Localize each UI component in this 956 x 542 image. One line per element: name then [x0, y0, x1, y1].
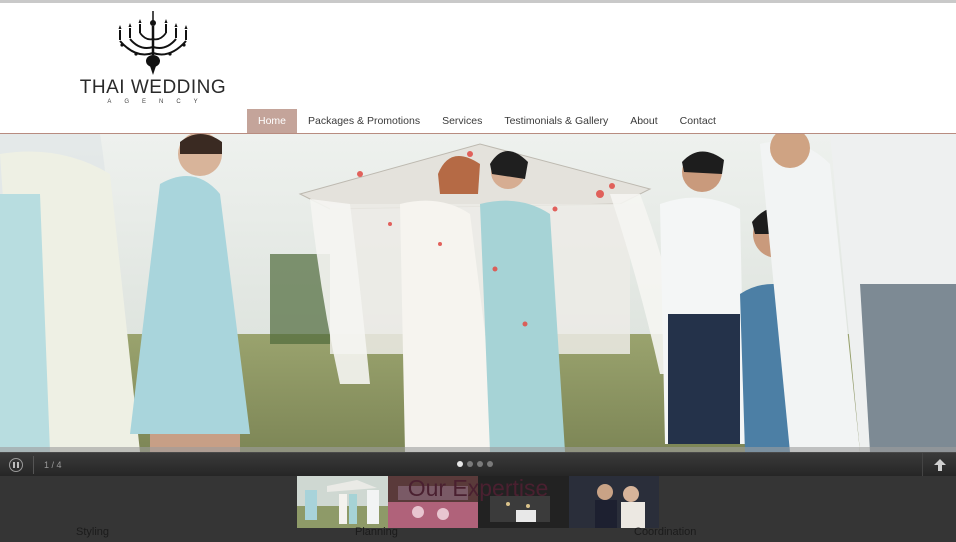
- expertise-section: Our Expertise Styling Planning Coordinat…: [0, 475, 956, 542]
- nav-item-packages[interactable]: Packages & Promotions: [297, 109, 431, 133]
- scroll-top-button[interactable]: [922, 453, 956, 477]
- site-header: THAI WEDDING AGENCY Home Packages & Prom…: [0, 3, 956, 133]
- chandelier-icon: [118, 11, 188, 75]
- nav-item-services[interactable]: Services: [431, 109, 493, 133]
- slide-counter: 1 / 4: [44, 460, 62, 470]
- expertise-coordination[interactable]: Coordination: [634, 525, 696, 539]
- slide-dot-2[interactable]: [467, 461, 473, 467]
- arrow-up-icon: [934, 459, 946, 471]
- nav-item-about[interactable]: About: [619, 109, 668, 133]
- slider-controls: 1 / 4: [0, 452, 956, 477]
- slide-dot-3[interactable]: [477, 461, 483, 467]
- brand-subtitle: AGENCY: [107, 99, 211, 105]
- slide-dots: [457, 461, 493, 467]
- pause-icon[interactable]: [9, 458, 23, 472]
- expertise-heading: Our Expertise: [407, 475, 549, 501]
- main-nav: Home Packages & Promotions Services Test…: [247, 109, 727, 133]
- controls-divider: [33, 456, 34, 474]
- page: THAI WEDDING AGENCY Home Packages & Prom…: [0, 0, 956, 542]
- hero-slide-image[interactable]: [0, 134, 956, 452]
- nav-item-contact[interactable]: Contact: [669, 109, 727, 133]
- nav-item-testimonials[interactable]: Testimonials & Gallery: [493, 109, 619, 133]
- brand-title: THAI WEDDING: [79, 77, 227, 98]
- nav-item-home[interactable]: Home: [247, 109, 298, 133]
- wedding-photo: [0, 134, 956, 452]
- slide-dot-4[interactable]: [487, 461, 493, 467]
- site-logo[interactable]: THAI WEDDING AGENCY: [78, 11, 228, 115]
- expertise-planning[interactable]: Planning: [355, 525, 398, 539]
- slide-dot-1[interactable]: [457, 461, 463, 467]
- expertise-styling[interactable]: Styling: [76, 525, 109, 539]
